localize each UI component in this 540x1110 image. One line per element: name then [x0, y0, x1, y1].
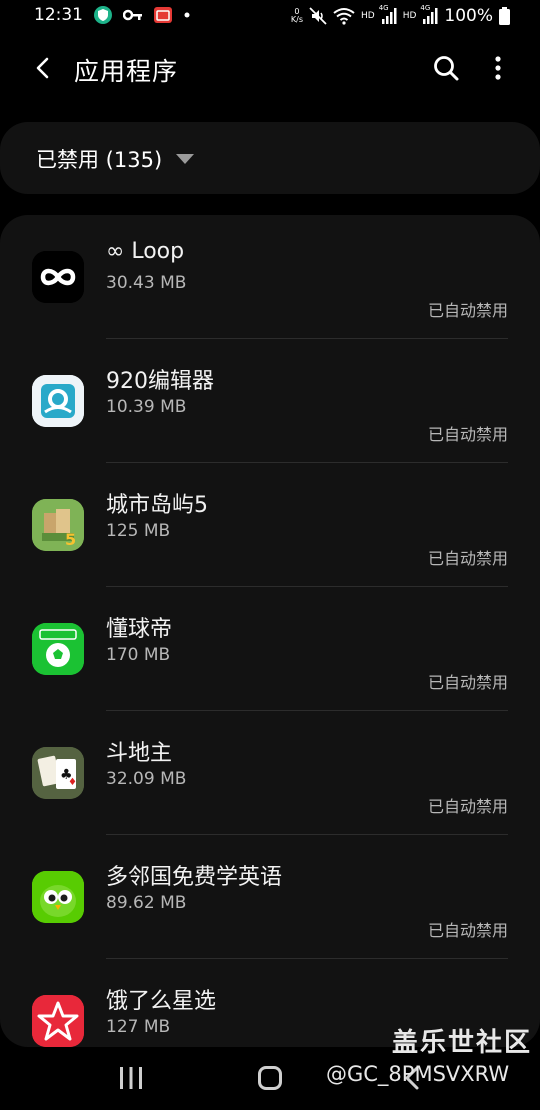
- list-item-app[interactable]: 920编辑器 10.39 MB 已自动禁用: [0, 339, 540, 463]
- app-size: 32.09 MB: [106, 769, 187, 789]
- app-status: 已自动禁用: [427, 921, 508, 940]
- calendar-app-icon: [153, 5, 173, 25]
- list-item-app[interactable]: 5 城市岛屿5 125 MB 已自动禁用: [0, 463, 540, 587]
- app-name: ∞ Loop: [106, 239, 185, 264]
- app-name: 斗地主: [106, 741, 173, 766]
- list-item-app[interactable]: ∞ Loop 30.43 MB 已自动禁用: [0, 215, 540, 339]
- svg-text:5: 5: [65, 530, 76, 549]
- recent-apps-icon[interactable]: [118, 1064, 144, 1092]
- caret-down-icon: [176, 154, 194, 164]
- 920-editor-icon: [32, 375, 84, 427]
- app-size: 127 MB: [106, 1017, 171, 1037]
- app-list: ∞ Loop 30.43 MB 已自动禁用 920编辑器 10.39 MB 已自…: [0, 215, 540, 1047]
- list-item-app[interactable]: ♣ ♦ 斗地主 32.09 MB 已自动禁用: [0, 711, 540, 835]
- app-size: 170 MB: [106, 645, 171, 665]
- more-vertical-icon[interactable]: [486, 52, 510, 86]
- app-size: 125 MB: [106, 521, 171, 541]
- filter-dropdown[interactable]: 已禁用 (135): [0, 122, 540, 194]
- signal-icon-2: 4G: [420, 4, 438, 24]
- search-icon[interactable]: [430, 52, 464, 86]
- watermark-site: 盖乐世社区: [392, 1028, 533, 1058]
- app-name: 懂球帝: [106, 617, 173, 642]
- hd-label-2: HD: [402, 11, 417, 21]
- app-status: 已自动禁用: [427, 673, 508, 692]
- app-size: 10.39 MB: [106, 397, 187, 417]
- app-size: 30.43 MB: [106, 273, 187, 293]
- eleme-icon: [32, 995, 84, 1047]
- page-title: 应用程序: [74, 57, 179, 86]
- app-bar: 应用程序: [0, 40, 540, 98]
- status-time: 12:31: [34, 5, 83, 25]
- net-speed: 0 K/s: [290, 7, 303, 24]
- home-icon[interactable]: [258, 1066, 282, 1090]
- app-status: 已自动禁用: [427, 797, 508, 816]
- app-name: 城市岛屿5: [106, 493, 208, 518]
- hd-label-1: HD: [360, 11, 375, 21]
- list-item-app[interactable]: 懂球帝 170 MB 已自动禁用: [0, 587, 540, 711]
- mute-icon: [309, 7, 327, 25]
- doudizhu-icon: ♣ ♦: [32, 747, 84, 799]
- duolingo-icon: [32, 871, 84, 923]
- app-name: 多邻国免费学英语: [106, 865, 283, 890]
- app-name: 920编辑器: [106, 369, 214, 394]
- battery-icon: [499, 7, 510, 25]
- signal-icon: 4G: [379, 4, 397, 24]
- battery-percent: 100%: [444, 6, 493, 26]
- loop-icon: [32, 251, 84, 303]
- shield-app-icon: [93, 5, 113, 25]
- status-bar: 12:31 0 K/s HD 4G HD 4G 100%: [0, 0, 540, 32]
- app-status: 已自动禁用: [427, 301, 508, 320]
- city-island-icon: 5: [32, 499, 84, 551]
- app-status: 已自动禁用: [427, 549, 508, 568]
- dot-icon: [183, 11, 191, 19]
- svg-text:♦: ♦: [68, 777, 77, 788]
- watermark-user: @GC_8PMSVXRW: [326, 1062, 510, 1086]
- list-item-app[interactable]: 多邻国免费学英语 89.62 MB 已自动禁用: [0, 835, 540, 959]
- app-size: 89.62 MB: [106, 893, 187, 913]
- dongqiudi-icon: [32, 623, 84, 675]
- back-arrow-icon[interactable]: [26, 50, 62, 86]
- app-name: 饿了么星选: [106, 989, 217, 1014]
- filter-label: 已禁用 (135): [36, 148, 163, 172]
- wifi-icon: [333, 7, 355, 25]
- key-icon: [123, 8, 143, 22]
- app-status: 已自动禁用: [427, 425, 508, 444]
